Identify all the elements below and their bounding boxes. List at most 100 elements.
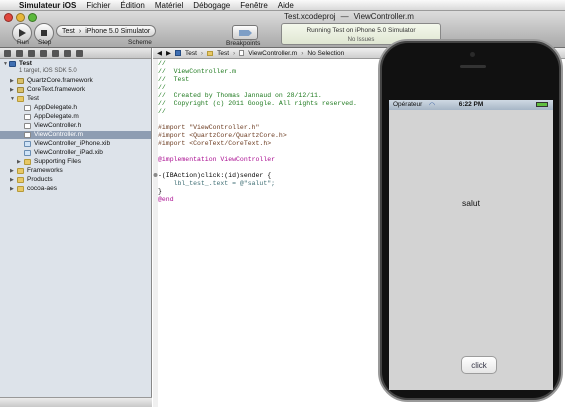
tree-item-viewcontroller-m[interactable]: ViewController.m <box>0 131 151 139</box>
tree-label: Products <box>27 176 53 183</box>
header-file-icon <box>24 105 31 111</box>
disclosure-closed-icon[interactable]: ▶ <box>17 158 23 166</box>
source-file-icon <box>24 114 31 120</box>
breakpoint-navigator-icon[interactable] <box>64 49 71 57</box>
tree-item-coretext[interactable]: ▶ CoreText.framework <box>0 86 151 94</box>
close-window-button[interactable] <box>4 13 13 22</box>
search-navigator-icon[interactable] <box>28 49 35 57</box>
crumb-selection[interactable]: No Selection <box>307 50 344 57</box>
folder-icon <box>17 186 24 192</box>
tree-label: QuartzCore.framework <box>27 77 93 84</box>
tree-label: AppDelegate.m <box>34 113 79 120</box>
disclosure-open-icon[interactable]: ▼ <box>10 95 16 103</box>
source-file-icon <box>239 50 245 56</box>
tree-item-appdelegate-h[interactable]: AppDelegate.h <box>0 104 151 112</box>
code-line: } <box>158 188 162 195</box>
minimize-window-button[interactable] <box>16 13 25 22</box>
tree-label: ViewController.m <box>34 131 84 138</box>
disclosure-closed-icon[interactable]: ▶ <box>10 176 16 184</box>
menu-debogage[interactable]: Débogage <box>188 1 235 10</box>
disclosure-closed-icon[interactable]: ▶ <box>10 77 16 85</box>
code-line: #import <CoreText/CoreText.h> <box>158 140 272 147</box>
source-file-icon <box>24 132 31 138</box>
scheme-separator: › <box>78 27 82 35</box>
breakpoint-icon <box>239 30 252 36</box>
menu-aide[interactable]: Aide <box>273 1 299 10</box>
log-navigator-icon[interactable] <box>76 49 83 57</box>
zoom-window-button[interactable] <box>28 13 37 22</box>
ios-status-bar: Opérateur ◠ 6:22 PM <box>389 100 553 110</box>
run-label: Run <box>17 39 29 46</box>
disclosure-closed-icon[interactable]: ▶ <box>10 167 16 175</box>
breakpoints-button[interactable] <box>232 25 258 40</box>
project-navigator: ▼ Test 1 target, iOS SDK 5.0 ▶ QuartzCor… <box>0 48 152 407</box>
framework-icon <box>17 78 24 84</box>
tree-item-products[interactable]: ▶ Products <box>0 176 151 184</box>
tree-item-project-subtitle: 1 target, iOS SDK 5.0 <box>0 67 151 75</box>
code-line: @implementation ViewController <box>158 156 276 163</box>
code-line: -(IBAction)click:(id)sender { <box>158 172 272 179</box>
status-time: 6:22 PM <box>458 101 484 108</box>
tree-item-xib-ipad[interactable]: ViewController_iPad.xib <box>0 149 151 157</box>
disclosure-closed-icon[interactable]: ▶ <box>10 185 16 193</box>
tree-item-test-group[interactable]: ▼ Test <box>0 95 151 103</box>
tree-label: Test <box>27 95 39 102</box>
menu-bar: Simulateur iOS Fichier Édition Matériel … <box>0 0 565 11</box>
menu-fichier[interactable]: Fichier <box>81 1 115 10</box>
tree-item-quartzcore[interactable]: ▶ QuartzCore.framework <box>0 77 151 85</box>
code-line: #import <QuartzCore/QuartzCore.h> <box>158 132 287 139</box>
tree-item-viewcontroller-h[interactable]: ViewController.h <box>0 122 151 130</box>
project-navigator-icon[interactable] <box>4 49 11 57</box>
tree-item-supporting-files[interactable]: ▶ Supporting Files <box>0 158 151 166</box>
menu-app-name[interactable]: Simulateur iOS <box>14 1 81 10</box>
tree-label: ViewController.h <box>34 122 82 129</box>
tree-item-cocoa-aes[interactable]: ▶ cocoa-aes <box>0 185 151 193</box>
scheme-target: Test <box>62 27 75 35</box>
menu-materiel[interactable]: Matériel <box>150 1 188 10</box>
tree-label: CoreText.framework <box>27 86 86 93</box>
tree-label: AppDelegate.h <box>34 104 78 111</box>
code-line: @end <box>158 196 174 203</box>
front-camera <box>470 52 475 57</box>
menu-edition[interactable]: Édition <box>115 1 149 10</box>
code-editor[interactable]: // // ViewController.m // Test // // Cre… <box>158 59 380 407</box>
xib-file-icon <box>24 150 31 156</box>
crumb-separator: › <box>233 49 236 57</box>
issue-navigator-icon[interactable] <box>40 49 47 57</box>
xib-file-icon <box>24 141 31 147</box>
code-line: // <box>158 84 166 91</box>
scheme-selector[interactable]: Test › iPhone 5.0 Simulator <box>56 25 156 37</box>
window-title: Test.xcodeproj — ViewController.m <box>284 12 414 21</box>
disclosure-closed-icon[interactable]: ▶ <box>10 86 16 94</box>
folder-icon <box>17 96 24 102</box>
crumb-group[interactable]: Test <box>217 50 229 57</box>
tree-label: Supporting Files <box>34 158 81 165</box>
breakpoints-label: Breakpoints <box>226 40 261 47</box>
play-icon <box>19 29 26 37</box>
debug-navigator-icon[interactable] <box>52 49 59 57</box>
tree-item-xib-iphone[interactable]: ViewController_iPhone.xib <box>0 140 151 148</box>
tree-item-frameworks[interactable]: ▶ Frameworks <box>0 167 151 175</box>
click-button[interactable]: click <box>461 356 497 374</box>
menu-fenetre[interactable]: Fenêtre <box>235 1 273 10</box>
simulator-screen[interactable]: Opérateur ◠ 6:22 PM salut click <box>389 100 553 390</box>
stop-icon <box>41 30 47 36</box>
framework-icon <box>17 87 24 93</box>
crumb-project[interactable]: Test <box>185 50 197 57</box>
code-line: lbl_test_.text = @"salut"; <box>158 180 276 187</box>
symbol-navigator-icon[interactable] <box>16 49 23 57</box>
title-file: Test.xcodeproj <box>284 12 336 21</box>
stop-label: Stop <box>38 39 52 46</box>
tree-item-appdelegate-m[interactable]: AppDelegate.m <box>0 113 151 121</box>
scheme-label: Scheme <box>128 39 152 46</box>
back-arrow-icon[interactable]: ◀ <box>157 49 162 57</box>
navigator-filter-bar <box>0 397 152 407</box>
folder-icon <box>24 159 31 165</box>
code-line: // <box>158 108 166 115</box>
crumb-file[interactable]: ViewController.m <box>248 50 297 57</box>
tree-label: Frameworks <box>27 167 63 174</box>
navigator-selector-bar <box>0 48 151 59</box>
folder-icon <box>207 50 214 56</box>
forward-arrow-icon[interactable]: ▶ <box>166 49 171 57</box>
code-line: // ViewController.m <box>158 68 237 75</box>
